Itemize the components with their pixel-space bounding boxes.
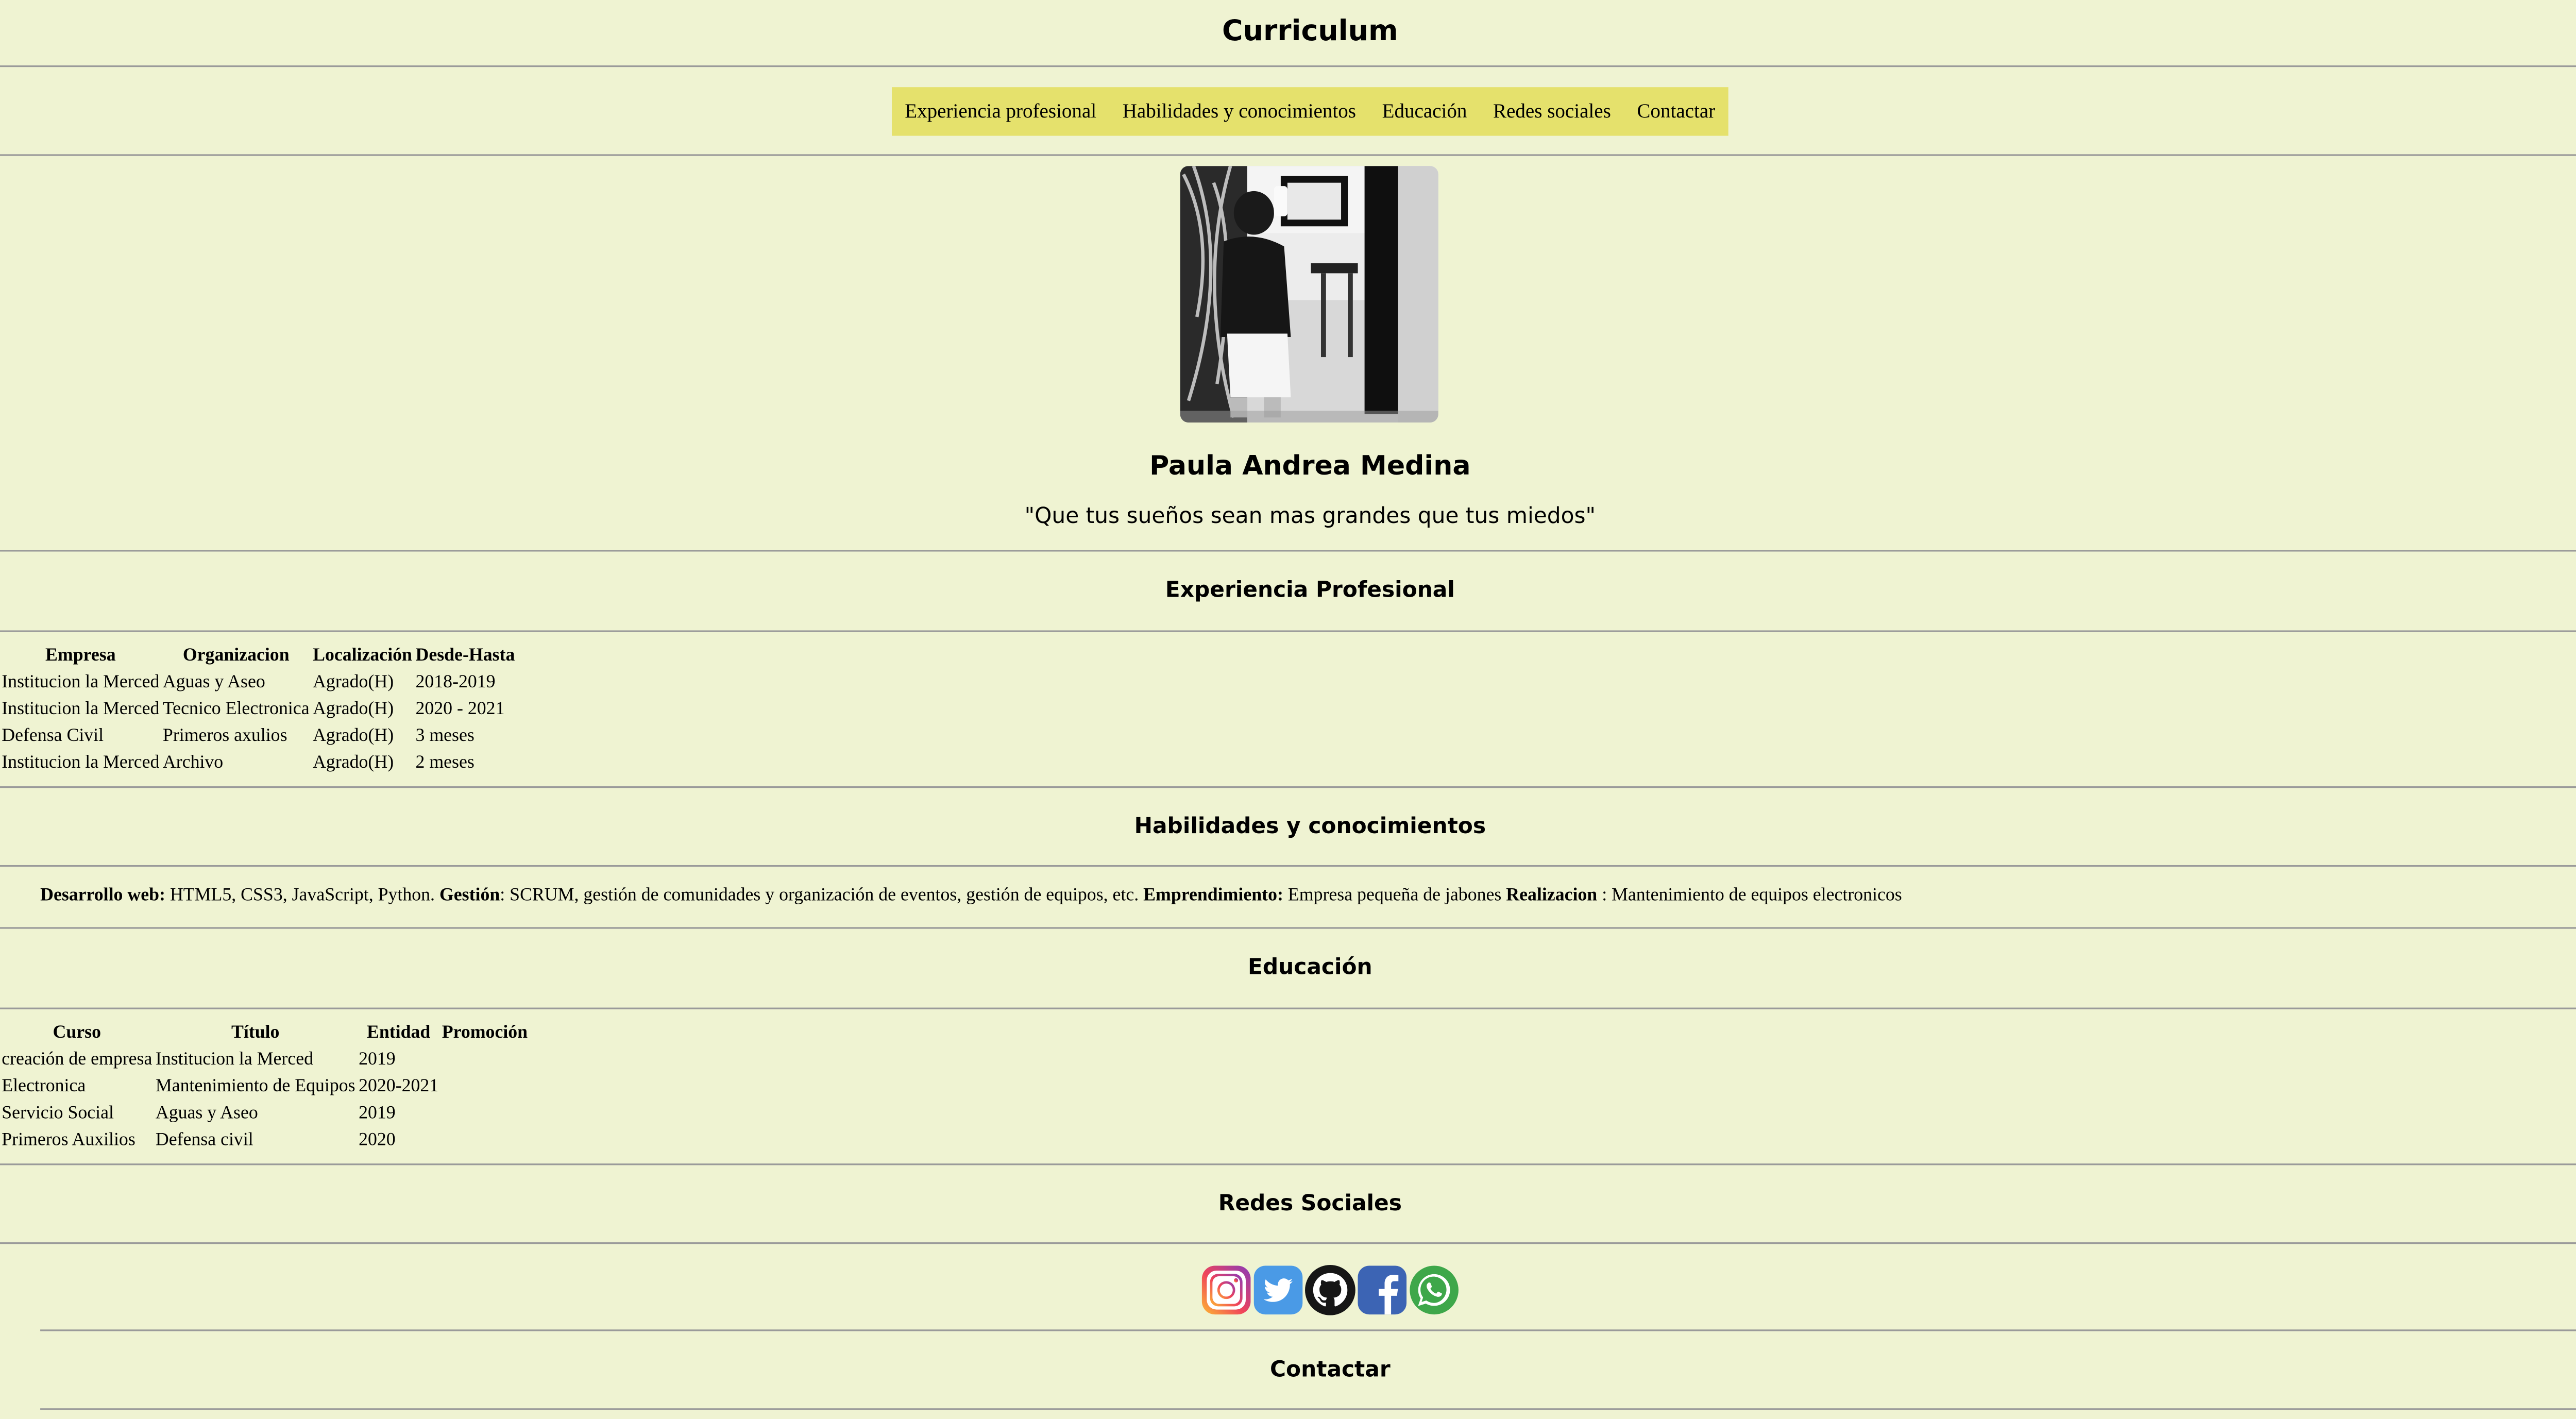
table-cell: Aguas y Aseo (155, 1103, 258, 1124)
table-cell: Archivo (162, 752, 224, 773)
nav-link-redes[interactable]: Redes sociales (1493, 99, 1611, 124)
section-title-educacion: Educación (1247, 955, 1372, 981)
table-header: Empresa (45, 645, 116, 666)
table-cell: Electronica (2, 1076, 86, 1096)
divider (0, 1007, 2576, 1009)
table-cell (442, 1073, 528, 1100)
table-row: Primeros Auxilios Defensa civil 2020 (2, 1127, 528, 1154)
table-cell: Institucion la Merced (2, 672, 160, 692)
skills-paragraph: Desarrollo web: HTML5, CSS3, JavaScript,… (40, 885, 1902, 905)
table-cell: Institucion la Merced (2, 699, 160, 719)
table-cell: Institucion la Merced (2, 752, 160, 773)
table-header: Localización (313, 645, 412, 666)
section-title-contactar: Contactar (1270, 1358, 1391, 1383)
table-row: Institucion la Merced Archivo Agrado(H) … (2, 749, 515, 776)
divider (0, 865, 2576, 867)
experience-table: Empresa Organizacion Localización Desde-… (0, 642, 518, 776)
table-cell: 2019 (359, 1049, 396, 1070)
table-header: Título (231, 1022, 280, 1043)
github-icon[interactable] (1304, 1264, 1356, 1316)
divider (40, 1408, 2576, 1410)
person-name: Paula Andrea Medina (1149, 449, 1471, 481)
divider (0, 154, 2576, 156)
table-cell: Agrado(H) (313, 752, 394, 773)
whatsapp-icon[interactable] (1408, 1264, 1460, 1316)
table-cell: Agrado(H) (313, 672, 394, 692)
table-cell: Defensa civil (155, 1130, 253, 1151)
skills-label-gestion: Gestión (439, 885, 500, 906)
main-nav: Experiencia profesional Habilidades y co… (892, 87, 1728, 136)
table-cell: Mantenimiento de Equipos (155, 1076, 355, 1096)
table-cell: 2 meses (415, 752, 474, 773)
table-cell: Aguas y Aseo (162, 672, 265, 692)
table-header-row: Curso Título Entidad Promoción (2, 1019, 528, 1046)
divider (40, 1329, 2576, 1331)
table-cell: Primeros Auxilios (2, 1130, 135, 1151)
table-row: Defensa Civil Primeros axulios Agrado(H)… (2, 722, 515, 749)
table-header-row: Empresa Organizacion Localización Desde-… (2, 642, 515, 669)
table-row: creación de empresa Institucion la Merce… (2, 1046, 528, 1073)
education-table: Curso Título Entidad Promoción creación … (0, 1019, 531, 1153)
nav-link-habilidades[interactable]: Habilidades y conocimientos (1123, 99, 1356, 124)
divider (0, 927, 2576, 929)
table-header: Organizacion (182, 645, 290, 666)
section-title-habilidades: Habilidades y conocimientos (1134, 815, 1486, 840)
social-links (1200, 1264, 1460, 1316)
table-cell: 3 meses (415, 725, 474, 746)
table-cell (442, 1127, 528, 1154)
table-header: Entidad (366, 1022, 431, 1043)
skills-label-web: Desarrollo web: (40, 885, 166, 906)
instagram-icon[interactable] (1200, 1264, 1252, 1316)
table-row: Servicio Social Aguas y Aseo 2019 (2, 1100, 528, 1126)
table-row: Institucion la Merced Tecnico Electronic… (2, 696, 515, 722)
skills-label-emprendimiento: Emprendimiento: (1143, 885, 1283, 906)
profile-photo (1180, 166, 1438, 423)
nav-link-experiencia[interactable]: Experiencia profesional (905, 99, 1096, 124)
quote-text: "Que tus sueños sean mas grandes que tus… (1024, 504, 1596, 530)
table-cell: 2019 (359, 1103, 396, 1124)
table-cell: 2020 (359, 1130, 396, 1151)
table-header: Desde-Hasta (415, 645, 515, 666)
table-header: Curso (53, 1022, 101, 1043)
table-cell: creación de empresa (2, 1049, 152, 1070)
table-header: Promoción (442, 1022, 528, 1043)
table-cell (442, 1100, 528, 1126)
section-title-redes: Redes Sociales (1218, 1192, 1402, 1218)
skills-text-gestion: : SCRUM, gestión de comunidades y organi… (500, 885, 1144, 906)
table-cell (442, 1046, 528, 1073)
divider (0, 1163, 2576, 1165)
divider (0, 1242, 2576, 1244)
table-cell: Primeros axulios (162, 725, 287, 746)
table-cell: Servicio Social (2, 1103, 114, 1124)
table-cell: 2018-2019 (415, 672, 496, 692)
page-title: Curriculum (1222, 15, 1398, 49)
twitter-icon[interactable] (1252, 1264, 1304, 1316)
divider (0, 630, 2576, 632)
skills-text-realizacion: : Mantenimiento de equipos electronicos (1597, 885, 1902, 906)
nav-link-contactar[interactable]: Contactar (1637, 99, 1715, 124)
table-cell: Institucion la Merced (155, 1049, 314, 1070)
skills-text-web: HTML5, CSS3, JavaScript, Python. (165, 885, 439, 906)
divider (0, 65, 2576, 67)
table-cell: 2020 - 2021 (415, 699, 505, 719)
page: Curriculum Experiencia profesional Habil… (0, 0, 2576, 1418)
skills-text-emprendimiento: Empresa pequeña de jabones (1283, 885, 1506, 906)
facebook-icon[interactable] (1356, 1264, 1408, 1316)
skills-label-realizacion: Realizacion (1506, 885, 1598, 906)
table-cell: Agrado(H) (313, 699, 394, 719)
table-cell: Tecnico Electronica (162, 699, 310, 719)
section-title-experiencia: Experiencia Profesional (1165, 578, 1455, 604)
table-cell: Defensa Civil (2, 725, 104, 746)
table-cell: Agrado(H) (313, 725, 394, 746)
divider (0, 550, 2576, 552)
divider (0, 786, 2576, 788)
nav-link-educacion[interactable]: Educación (1382, 99, 1467, 124)
table-row: Institucion la Merced Aguas y Aseo Agrad… (2, 669, 515, 696)
table-cell: 2020-2021 (359, 1076, 439, 1096)
table-row: Electronica Mantenimiento de Equipos 202… (2, 1073, 528, 1100)
